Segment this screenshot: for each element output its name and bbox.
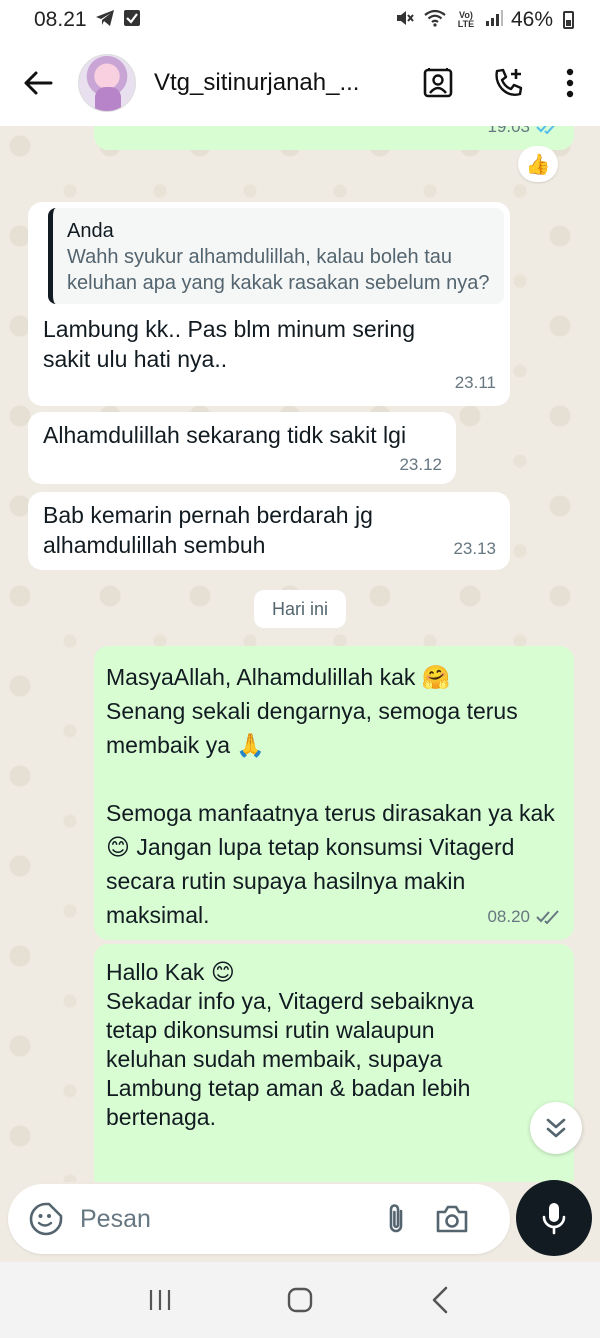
- recent-apps-icon: [149, 1290, 171, 1310]
- sticker-emoji-icon: [29, 1202, 63, 1236]
- chat-header: Vtg_sitinurjanah_...: [0, 40, 600, 126]
- more-options-button[interactable]: [560, 65, 580, 101]
- double-check-read-icon: [536, 126, 555, 134]
- voice-message-button[interactable]: [516, 1180, 592, 1256]
- avatar[interactable]: [78, 54, 136, 112]
- camera-icon: [436, 1205, 468, 1233]
- attach-button[interactable]: [376, 1199, 416, 1239]
- reaction-badge[interactable]: 👍: [518, 146, 558, 182]
- home-icon: [287, 1287, 313, 1313]
- message-bubble-incoming[interactable]: Anda Wahh syukur alhamdulillah, kalau bo…: [28, 202, 510, 406]
- message-meta: 19.03: [487, 126, 560, 142]
- system-navigation-bar: [0, 1262, 600, 1338]
- camera-button[interactable]: [432, 1199, 472, 1239]
- chat-area[interactable]: 19.03 👍 Anda Wahh syukur alhamdulillah, …: [0, 126, 600, 1182]
- message-text: Bab kemarin pernah berdarah jg alhamduli…: [43, 502, 380, 558]
- volte-label: Vo) LTE: [457, 10, 475, 29]
- message-text: Alhamdulillah sekarang tidk sakit lgi: [43, 422, 407, 448]
- signal-icon: [485, 9, 503, 32]
- date-divider: Hari ini: [254, 590, 346, 628]
- header-actions: [420, 65, 580, 101]
- chevron-left-icon: [432, 1286, 448, 1314]
- telegram-notification-icon: [95, 9, 115, 32]
- back-nav-button[interactable]: [410, 1270, 470, 1330]
- back-button[interactable]: [18, 63, 58, 103]
- back-arrow-icon: [24, 71, 53, 95]
- message-bubble-incoming[interactable]: Bab kemarin pernah berdarah jg alhamduli…: [28, 492, 510, 570]
- message-time: 23.12: [399, 455, 442, 474]
- message-meta: 23.12: [399, 450, 442, 480]
- emoji-button[interactable]: [26, 1199, 66, 1239]
- quoted-message[interactable]: Anda Wahh syukur alhamdulillah, kalau bo…: [48, 208, 504, 304]
- message-text: MasyaAllah, Alhamdulillah kak 🤗 Senang s…: [106, 664, 555, 928]
- message-time: 23.13: [453, 539, 496, 558]
- check-box-notification-icon: [123, 9, 141, 32]
- battery-icon: [563, 11, 574, 29]
- add-call-icon: [495, 68, 523, 97]
- message-input[interactable]: [80, 1204, 360, 1234]
- double-chevron-down-icon: [546, 1118, 566, 1138]
- home-button[interactable]: [270, 1270, 330, 1330]
- status-left: 08.21: [34, 8, 141, 32]
- recent-apps-button[interactable]: [130, 1270, 190, 1330]
- message-composer: [8, 1184, 510, 1254]
- message-bubble-outgoing[interactable]: MasyaAllah, Alhamdulillah kak 🤗 Senang s…: [94, 646, 574, 940]
- message-meta: 08.20: [487, 902, 560, 932]
- microphone-icon: [542, 1203, 566, 1235]
- paperclip-icon: [389, 1204, 403, 1233]
- contact-card-icon: [423, 68, 453, 98]
- message-time: 08.20: [487, 907, 530, 926]
- message-text: Lambung kk.. Pas blm minum sering sakit …: [43, 316, 422, 372]
- message-bubble-outgoing[interactable]: 19.03: [94, 126, 574, 150]
- add-call-button[interactable]: [490, 65, 526, 101]
- contact-card-button[interactable]: [420, 65, 456, 101]
- scroll-to-bottom-button[interactable]: [530, 1102, 582, 1154]
- status-right: Vo) LTE 46%: [395, 8, 574, 32]
- status-bar: 08.21 Vo) LTE 46%: [0, 0, 600, 40]
- message-time: 19.03: [487, 126, 530, 136]
- message-meta: 23.11: [455, 368, 496, 398]
- message-bubble-outgoing[interactable]: Hallo Kak 😊 Sekadar info ya, Vitagerd se…: [94, 944, 574, 1182]
- quote-text: Wahh syukur alhamdulillah, kalau boleh t…: [67, 246, 490, 294]
- thumbs-up-icon: 👍: [525, 153, 551, 176]
- quote-author: Anda: [67, 220, 114, 242]
- mute-icon: [395, 9, 415, 32]
- double-check-icon: [536, 910, 559, 924]
- message-text: Hallo Kak 😊 Sekadar info ya, Vitagerd se…: [106, 959, 474, 1130]
- wifi-icon: [423, 9, 447, 32]
- message-time: 23.11: [454, 373, 496, 392]
- more-vertical-icon: [566, 68, 574, 98]
- battery-percent: 46%: [510, 8, 553, 31]
- contact-name[interactable]: Vtg_sitinurjanah_...: [154, 69, 384, 97]
- message-meta: 23.13: [453, 534, 496, 564]
- message-bubble-incoming[interactable]: Alhamdulillah sekarang tidk sakit lgi 23…: [28, 412, 456, 484]
- status-time: 08.21: [34, 8, 87, 31]
